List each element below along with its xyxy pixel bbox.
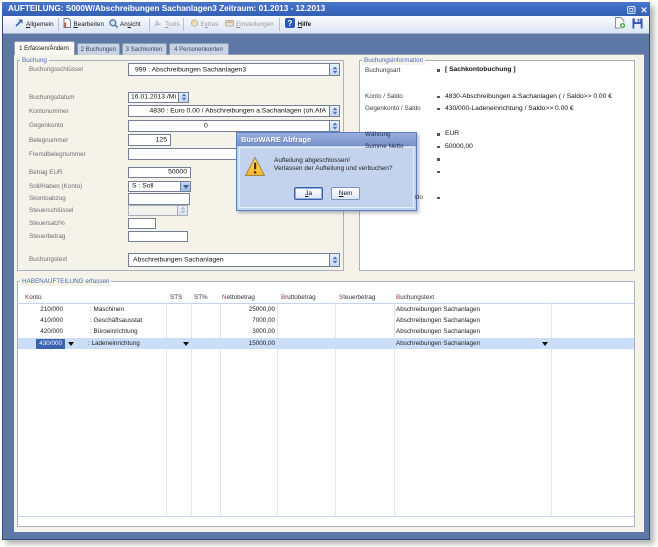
svg-text:?: ? <box>288 19 293 28</box>
